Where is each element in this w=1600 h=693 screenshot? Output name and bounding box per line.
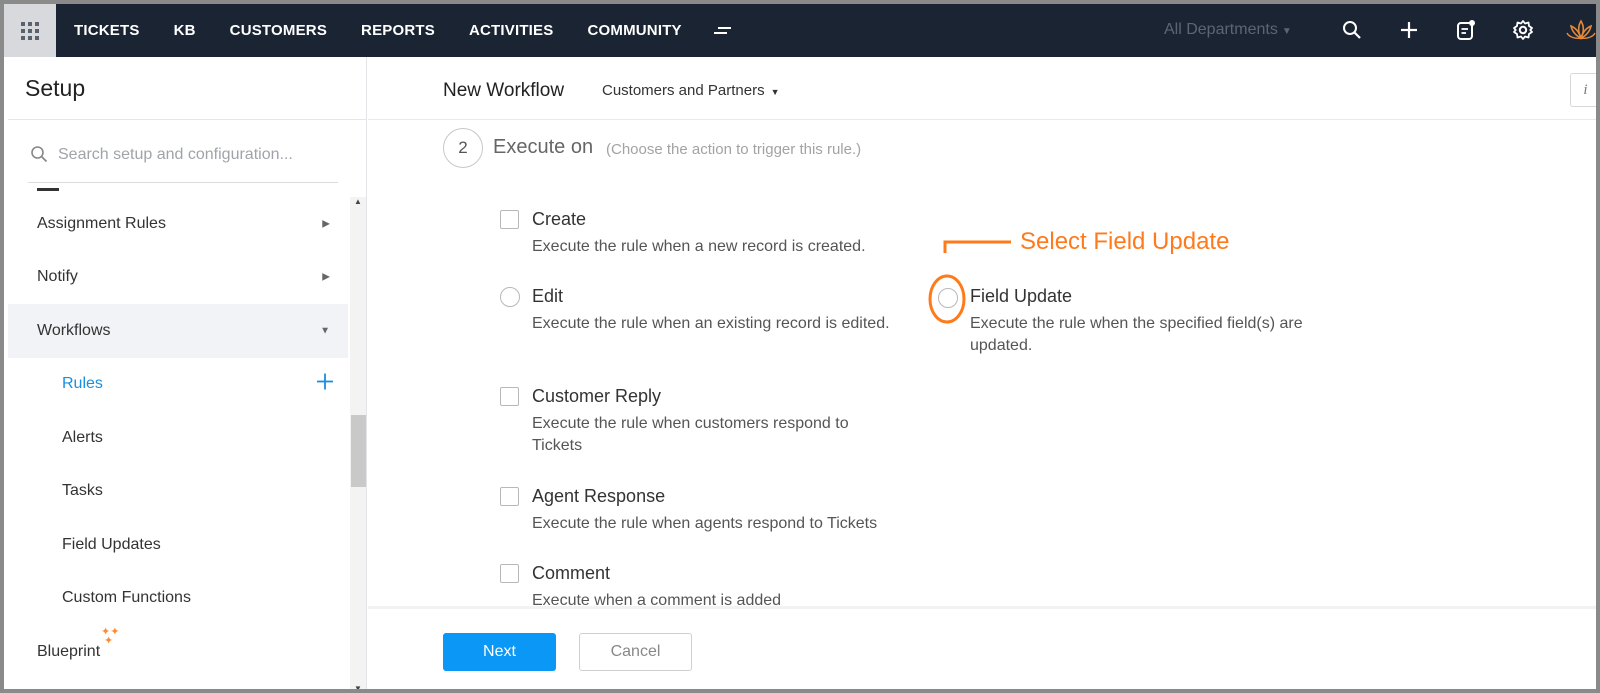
menu-item-field-updates[interactable]: Field Updates <box>8 518 348 572</box>
nav-tab-reports[interactable]: REPORTS <box>344 22 452 39</box>
option-edit: Edit Execute the rule when an existing r… <box>500 286 920 336</box>
setup-search-input[interactable] <box>58 140 328 170</box>
step-title: Execute on <box>493 136 594 158</box>
sparkle-icon: ✦✦ ✦ <box>101 626 120 647</box>
option-customer-reply: Customer Reply Execute the rule when cus… <box>500 386 920 456</box>
nav-tab-community[interactable]: COMMUNITY <box>570 22 698 39</box>
nav-tab-activities[interactable]: ACTIVITIES <box>452 22 571 39</box>
step-number: 2 <box>443 128 483 168</box>
annotation-label: Select Field Update <box>1020 228 1230 255</box>
option-label: Customer Reply <box>532 386 662 406</box>
sidebar-scrollbar[interactable]: ▲ ▼ <box>350 197 366 689</box>
option-description: Execute when a comment is added <box>532 592 782 605</box>
logo-icon[interactable] <box>1566 18 1596 42</box>
chevron-right-icon: ▶ <box>322 271 330 283</box>
gear-icon[interactable] <box>1511 18 1535 42</box>
divider <box>8 119 366 120</box>
setup-menu: Assignment Rules ▶ Notify ▶ Workflows ▼ … <box>8 197 348 679</box>
edit-radio[interactable] <box>500 287 520 307</box>
menu-item-workflows[interactable]: Workflows ▼ <box>8 304 348 358</box>
menu-item-label: Workflows <box>37 321 111 339</box>
add-rule-icon[interactable] <box>316 373 334 396</box>
agent-response-checkbox[interactable] <box>500 487 519 506</box>
option-label: Comment <box>532 563 611 583</box>
comment-checkbox[interactable] <box>500 564 519 583</box>
option-label: Agent Response <box>532 486 666 506</box>
menu-item-assignment-rules[interactable]: Assignment Rules ▶ <box>8 197 348 251</box>
option-label: Create <box>532 209 587 229</box>
menu-item-custom-functions[interactable]: Custom Functions <box>8 572 348 626</box>
info-button[interactable]: i <box>1570 73 1596 107</box>
annotation-callout <box>928 240 1011 324</box>
divider <box>37 188 59 191</box>
option-description: Execute the rule when the specified fiel… <box>970 315 1303 354</box>
menu-item-alerts[interactable]: Alerts <box>8 411 348 465</box>
workflow-header: New Workflow Customers and Partners ▼ i <box>368 57 1596 120</box>
search-icon[interactable] <box>1340 18 1364 42</box>
notes-icon[interactable] <box>1454 18 1478 42</box>
nav-tab-customers[interactable]: CUSTOMERS <box>213 22 344 39</box>
next-button[interactable]: Next <box>443 633 556 671</box>
main-content: New Workflow Customers and Partners ▼ i 2… <box>368 57 1596 689</box>
nav-tab-kb[interactable]: KB <box>157 22 213 39</box>
department-select-label: All Departments <box>1164 21 1278 38</box>
top-nav: TICKETS KB CUSTOMERS REPORTS ACTIVITIES … <box>4 4 1596 57</box>
scroll-up-icon[interactable]: ▲ <box>354 197 362 206</box>
menu-item-rules[interactable]: Rules <box>8 358 348 412</box>
setup-sidebar: Setup Assignment Rules ▶ Notify ▶ Workfl… <box>8 57 367 689</box>
menu-item-label: Custom Functions <box>62 589 191 607</box>
menu-item-label: Tasks <box>62 482 103 500</box>
chevron-down-icon: ▼ <box>320 325 330 337</box>
app-frame: TICKETS KB CUSTOMERS REPORTS ACTIVITIES … <box>0 0 1600 693</box>
apps-grid-icon <box>21 21 39 40</box>
apps-menu-button[interactable] <box>4 4 56 57</box>
option-create: Create Execute the rule when a new recor… <box>500 209 920 259</box>
setup-search <box>28 137 338 183</box>
menu-item-label: Assignment Rules <box>37 214 166 232</box>
menu-more-icon[interactable] <box>699 20 747 41</box>
option-description: Execute the rule when a new record is cr… <box>532 238 866 255</box>
setup-title: Setup <box>25 75 86 101</box>
menu-item-tasks[interactable]: Tasks <box>8 465 348 519</box>
info-icon: i <box>1583 81 1588 98</box>
menu-item-label: Notify <box>37 268 78 286</box>
option-description: Execute the rule when customers respond … <box>532 415 849 454</box>
cancel-button[interactable]: Cancel <box>579 633 692 671</box>
menu-item-label: Rules <box>62 375 103 393</box>
option-comment: Comment Execute when a comment is added <box>500 563 920 605</box>
page-title: New Workflow <box>443 80 565 101</box>
nav-links: TICKETS KB CUSTOMERS REPORTS ACTIVITIES … <box>57 4 747 57</box>
option-label: Edit <box>532 286 564 306</box>
menu-item-label: Field Updates <box>62 535 161 553</box>
option-description: Execute the rule when an existing record… <box>532 315 890 332</box>
footer-divider <box>368 606 1596 609</box>
menu-item-notify[interactable]: Notify ▶ <box>8 251 348 305</box>
caret-down-icon: ▼ <box>770 87 780 97</box>
create-checkbox[interactable] <box>500 210 519 229</box>
module-select-label: Customers and Partners <box>602 82 765 99</box>
caret-down-icon: ▼ <box>1281 26 1292 37</box>
module-select[interactable]: Customers and Partners ▼ <box>602 82 780 99</box>
menu-item-label: Alerts <box>62 428 103 446</box>
chevron-right-icon: ▶ <box>322 218 330 230</box>
plus-icon[interactable] <box>1397 18 1421 42</box>
scrollbar-thumb[interactable] <box>351 415 366 487</box>
search-icon <box>30 145 48 168</box>
nav-tab-tickets[interactable]: TICKETS <box>57 22 157 39</box>
step-hint: (Choose the action to trigger this rule.… <box>606 141 862 158</box>
menu-item-label: Blueprint <box>37 642 101 660</box>
customer-reply-checkbox[interactable] <box>500 387 519 406</box>
option-description: Execute the rule when agents respond to … <box>532 515 878 532</box>
menu-item-blueprint[interactable]: Blueprint ✦✦ ✦ <box>8 625 348 679</box>
department-select[interactable]: All Departments ▼ <box>1164 21 1292 39</box>
scroll-down-icon[interactable]: ▼ <box>354 684 362 689</box>
option-agent-response: Agent Response Execute the rule when age… <box>500 486 920 536</box>
